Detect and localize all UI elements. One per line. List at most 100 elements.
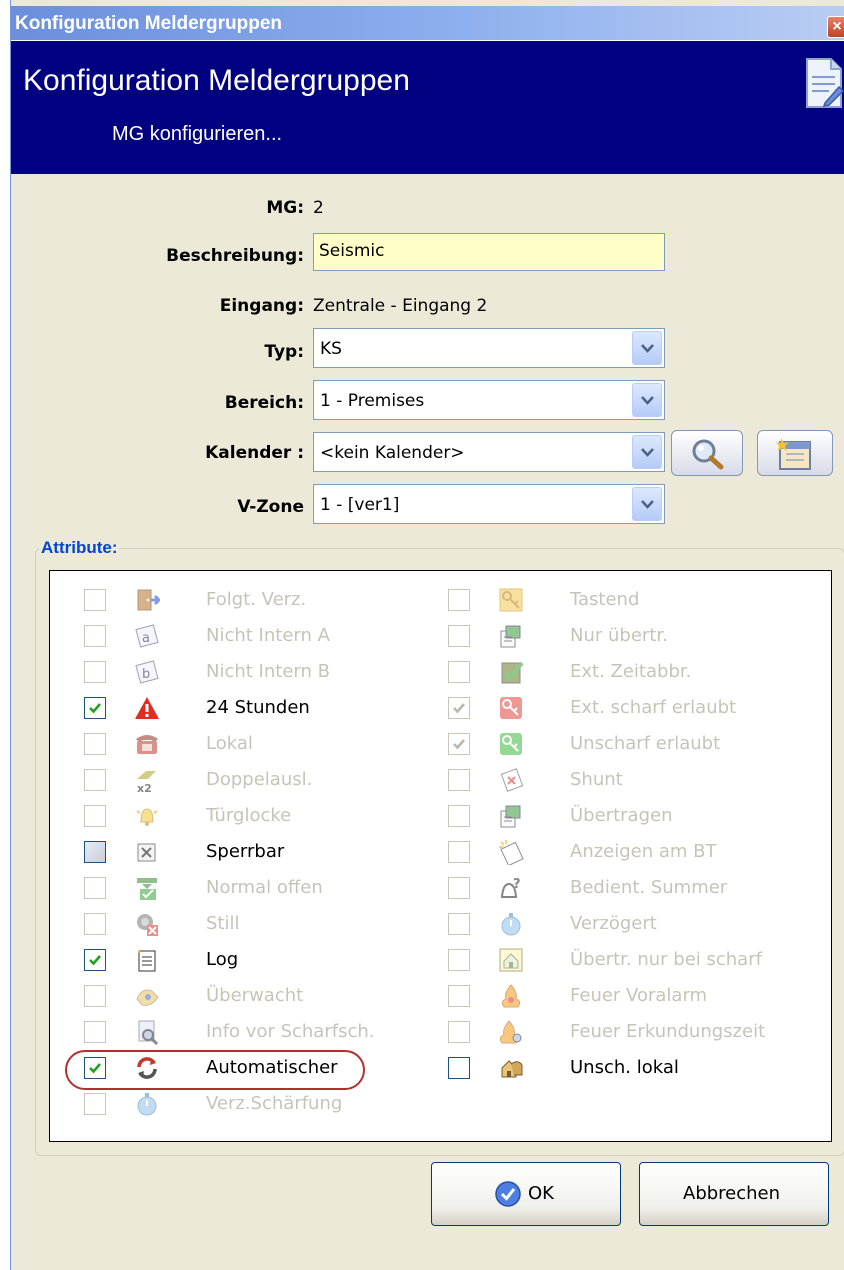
calendar-icon	[776, 438, 811, 470]
vzone-label: V-Zone	[237, 497, 304, 517]
attribute-checkbox[interactable]	[84, 949, 106, 971]
bereich-select[interactable]: 1 - Premises	[313, 380, 665, 420]
attribute-label: Nicht Intern A	[206, 625, 330, 646]
calendar-search-button[interactable]	[671, 430, 743, 476]
calendar-new-button[interactable]	[757, 430, 833, 476]
attribute-checkbox	[84, 733, 106, 755]
fire-investigate-icon	[499, 1020, 522, 1044]
check-mark-icon	[89, 955, 101, 966]
attribute-checkbox	[84, 1021, 106, 1043]
typ-dropdown-arrow[interactable]	[632, 331, 662, 365]
attribute-row: Anzeigen am BT	[448, 837, 808, 867]
attribute-row[interactable]: 24 Stunden	[84, 693, 444, 723]
window-title: Konfiguration Meldergruppen	[15, 13, 283, 34]
attribute-row: Tastend	[448, 585, 808, 615]
attribute-checkbox	[448, 589, 470, 611]
banner-subheading: MG konfigurieren...	[112, 123, 283, 145]
monitored-icon	[136, 989, 159, 1006]
kalender-dropdown-arrow[interactable]	[632, 435, 662, 469]
attribute-row[interactable]: Log	[84, 945, 444, 975]
attribute-row: Normal offen	[84, 873, 444, 903]
attribute-label: Folgt. Verz.	[206, 589, 307, 610]
attribute-row: Ext. Zeitabbr.	[448, 657, 808, 687]
attribute-row: Verz.Schärfung	[84, 1089, 444, 1119]
normal-open-icon	[137, 878, 157, 900]
attribute-row: Übertragen	[448, 801, 808, 831]
box-x-icon	[137, 843, 156, 862]
transmit-only-icon	[500, 625, 521, 648]
attribute-row: Folgt. Verz.	[84, 585, 444, 615]
attribute-checkbox	[448, 1021, 470, 1043]
double-trigger-icon: x2	[137, 771, 156, 793]
attribute-label: Ext. Zeitabbr.	[570, 661, 692, 682]
attribute-label: Nicht Intern B	[206, 661, 330, 682]
green-key-icon	[500, 733, 522, 755]
typ-select-value: KS	[320, 339, 342, 359]
check-mark-icon	[89, 703, 101, 714]
attribute-row[interactable]: Unsch. lokal	[448, 1053, 808, 1083]
attribute-label: Übertragen	[570, 805, 673, 826]
info-search-icon	[138, 1020, 159, 1045]
check-mark-icon	[453, 703, 465, 714]
attribute-label: Verz.Schärfung	[206, 1093, 343, 1114]
red-key-icon	[500, 697, 522, 719]
attribute-checkbox	[448, 769, 470, 791]
vzone-select-value: 1 - [ver1]	[320, 495, 400, 515]
attribute-row: Unscharf erlaubt	[448, 729, 808, 759]
attribute-row: a Nicht Intern A	[84, 621, 444, 651]
check-mark-icon	[453, 739, 465, 750]
attribute-checkbox[interactable]	[84, 841, 106, 863]
highlight-annotation	[65, 1050, 365, 1090]
attribute-row[interactable]: Sperrbar	[84, 837, 444, 867]
attribute-row: Shunt	[448, 765, 808, 795]
buzzer-icon: ?	[500, 877, 521, 898]
ok-button[interactable]: OK	[431, 1162, 621, 1226]
attribute-label: Doppelausl.	[206, 769, 313, 790]
title-bar[interactable]: Konfiguration Meldergruppen ×	[11, 6, 844, 40]
check-circle-icon	[495, 1181, 521, 1207]
beschreibung-label: Beschreibung:	[166, 246, 304, 266]
timer-icon	[137, 1093, 157, 1116]
attribute-checkbox	[84, 985, 106, 1007]
vzone-select[interactable]: 1 - [ver1]	[313, 484, 665, 524]
attribute-row: Nur übertr.	[448, 621, 808, 651]
attribute-checkbox	[448, 697, 470, 719]
timer-icon	[501, 913, 521, 936]
chevron-down-icon	[641, 396, 654, 405]
svg-text:a: a	[142, 631, 150, 646]
eingang-label: Eingang:	[219, 296, 304, 316]
attribute-row: Übertr. nur bei scharf	[448, 945, 808, 975]
attribute-label: 24 Stunden	[206, 697, 310, 718]
bereich-dropdown-arrow[interactable]	[632, 383, 662, 417]
vzone-dropdown-arrow[interactable]	[632, 487, 662, 521]
attribute-label: Feuer Erkundungszeit	[570, 1021, 766, 1042]
attribute-checkbox	[84, 589, 106, 611]
phone-icon	[136, 735, 158, 754]
close-button[interactable]: ×	[827, 16, 844, 38]
document-edit-icon	[806, 58, 844, 108]
kalender-label: Kalender :	[205, 443, 304, 463]
attribute-checkbox	[84, 805, 106, 827]
cancel-button[interactable]: Abbrechen	[639, 1162, 829, 1226]
attribute-checkbox[interactable]	[84, 697, 106, 719]
warning-triangle-icon	[135, 697, 159, 719]
kalender-select[interactable]: <kein Kalender>	[313, 432, 665, 472]
attribute-label: Ext. scharf erlaubt	[570, 697, 737, 718]
attribute-label: Normal offen	[206, 877, 323, 898]
bereich-label: Bereich:	[224, 393, 304, 413]
attribute-row: Türglocke	[84, 801, 444, 831]
attribute-row: Verzögert	[448, 909, 808, 939]
attribute-label: Unsch. lokal	[570, 1057, 679, 1078]
attribute-row: x2 Doppelausl.	[84, 765, 444, 795]
beschreibung-input[interactable]: Seismic	[313, 233, 665, 271]
attribute-label: Unscharf erlaubt	[570, 733, 721, 754]
attribute-checkbox	[84, 625, 106, 647]
cancel-button-label: Abbrechen	[683, 1183, 781, 1204]
header-banner: Konfiguration Meldergruppen MG konfiguri…	[11, 40, 844, 174]
attribute-checkbox[interactable]	[448, 1057, 470, 1079]
log-document-icon	[138, 949, 156, 972]
typ-select[interactable]: KS	[313, 328, 665, 368]
fire-prealarm-icon	[501, 984, 521, 1008]
attribute-label: Lokal	[206, 733, 253, 754]
attribute-label: Info vor Scharfsch.	[206, 1021, 375, 1042]
